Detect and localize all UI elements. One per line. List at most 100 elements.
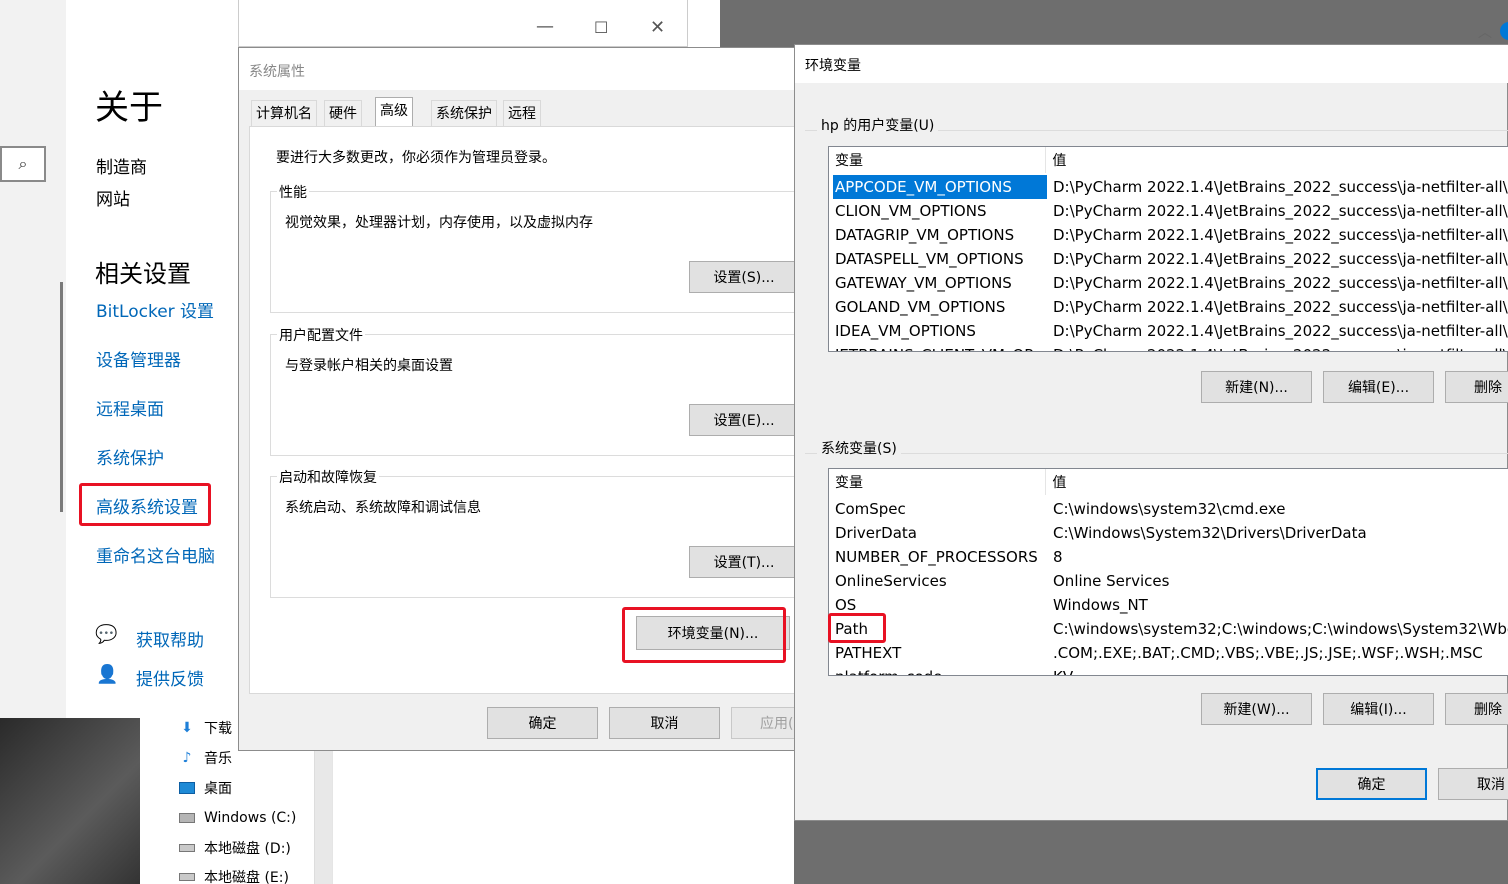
tab-computer-name[interactable]: 计算机名 [251,100,317,126]
variable-value-cell: D:\PyCharm 2022.1.4\JetBrains_2022_succe… [1053,322,1508,340]
dialog-titlebar: 环境变量 [795,45,1508,83]
info-badge [1500,22,1508,40]
table-row[interactable]: platform_codeKV [833,665,1508,675]
table-row[interactable]: DATASPELL_VM_OPTIONS D:\PyCharm 2022.1.4\… [833,247,1508,271]
link-device-manager[interactable]: 设备管理器 [96,346,181,371]
table-row[interactable]: CLION_VM_OPTIONS D:\PyCharm 2022.1.4\JetB… [833,199,1508,223]
table-row[interactable]: ComSpec C:\windows\system32\cmd.exe [833,497,1508,521]
system-edit-button[interactable]: 编辑(I)... [1323,693,1434,725]
nav-item-drive-e[interactable]: 本地磁盘 (E:) [178,866,289,884]
user-variables-label: hp 的用户变量(U) [817,115,939,135]
column-header-value[interactable]: 值 [1046,469,1508,495]
highlight-box [828,613,886,643]
background-window-titlebar: — ☐ ✕ [238,0,688,47]
column-header-variable[interactable]: 变量 [829,147,1047,173]
startup-settings-button[interactable]: 设置(T)... [689,546,799,578]
settings-scrollbar[interactable] [60,282,63,512]
variable-name-cell: JETBRAINS_CLIENT_VM_OP [833,343,1047,351]
dialog-titlebar: 系统属性 [239,48,805,90]
variable-value-cell: D:\PyCharm 2022.1.4\JetBrains_2022_succe… [1053,274,1508,292]
music-note-icon: ♪ [182,750,192,766]
cancel-button[interactable]: 取消 [609,707,720,739]
minimize-icon[interactable]: — [536,16,554,37]
table-row[interactable]: APPCODE_VM_OPTIONS D:\PyCharm 2022.1.4\Je… [833,175,1508,199]
performance-settings-button[interactable]: 设置(S)... [689,261,799,293]
user-variables-list[interactable]: 变量 值 APPCODE_VM_OPTIONS D:\PyCharm 2022.1… [828,146,1508,352]
group-description: 视觉效果，处理器计划，内存使用，以及虚拟内存 [285,215,593,231]
help-chat-icon: 💬 [95,624,118,645]
highlight-box [79,483,211,526]
link-give-feedback[interactable]: 提供反馈 [136,665,204,690]
link-get-help[interactable]: 获取帮助 [136,626,204,651]
nav-item-drive-c[interactable]: Windows (C:) [178,807,296,829]
user-profiles-settings-button[interactable]: 设置(E)... [689,404,799,436]
page-title: 关于 [95,88,163,128]
website-label: 网站 [96,190,130,210]
maximize-icon[interactable]: ☐ [594,18,608,37]
tab-advanced[interactable]: 高级 [375,97,413,127]
ok-button[interactable]: 确定 [487,707,598,739]
nav-item-drive-d[interactable]: 本地磁盘 (D:) [178,837,291,859]
search-button[interactable]: ⌕ [0,146,46,182]
close-icon[interactable]: ✕ [650,17,665,38]
nav-item-desktop[interactable]: 桌面 [178,777,232,799]
group-description: 系统启动、系统故障和调试信息 [285,500,481,516]
desktop-icon [178,780,196,796]
table-row[interactable]: NUMBER_OF_PROCESSORS 8 [833,545,1508,569]
section-divider [805,453,1508,454]
system-variables-list[interactable]: 变量 值 ComSpec C:\windows\system32\cmd.exe D… [828,468,1508,676]
variable-value-cell: .COM;.EXE;.BAT;.CMD;.VBS;.VBE;.JS;.JSE;.… [1053,644,1483,662]
variable-value-cell: Online Services [1053,572,1170,590]
link-system-protection[interactable]: 系统保护 [96,444,164,469]
table-row[interactable]: GOLAND_VM_OPTIONS D:\PyCharm 2022.1.4\Jet… [833,295,1508,319]
system-delete-button[interactable]: 删除 [1445,693,1508,725]
list-header: 变量 值 [829,147,1508,173]
feedback-person-icon: 👤 [96,664,119,685]
group-legend: 性能 [277,182,309,202]
table-row[interactable]: OS Windows_NT [833,593,1508,617]
desktop-wallpaper [0,718,140,884]
variable-name-cell: DATASPELL_VM_OPTIONS [835,250,1024,268]
variable-value-cell: KV [1047,665,1073,675]
tab-remote[interactable]: 远程 [503,100,541,126]
table-row[interactable]: GATEWAY_VM_OPTIONS D:\PyCharm 2022.1.4\Je… [833,271,1508,295]
system-new-button[interactable]: 新建(W)... [1201,693,1312,725]
dialog-title: 环境变量 [805,58,861,74]
search-icon: ⌕ [18,154,28,173]
settings-nav-strip [0,0,66,718]
table-row[interactable]: DriverData C:\Windows\System32\Drivers\Dr… [833,521,1508,545]
tab-hardware[interactable]: 硬件 [324,100,362,126]
link-rename-pc[interactable]: 重命名这台电脑 [96,542,215,567]
table-row[interactable]: DATAGRIP_VM_OPTIONS D:\PyCharm 2022.1.4\J… [833,223,1508,247]
chevron-up-icon[interactable]: ︿ [1478,22,1492,42]
link-bitlocker[interactable]: BitLocker 设置 [96,297,214,322]
related-settings-heading: 相关设置 [95,260,191,288]
table-row[interactable]: PATHEXT .COM;.EXE;.BAT;.CMD;.VBS;.VBE;.JS… [833,641,1508,665]
user-delete-button[interactable]: 删除 [1445,371,1508,403]
nav-item-music[interactable]: ♪ 音乐 [178,747,232,769]
variable-value-cell: D:\PyCharm 2022.1.4\JetBrains_2022_succe… [1053,202,1508,220]
group-legend: 用户配置文件 [277,325,365,345]
env-ok-button[interactable]: 确定 [1316,768,1427,800]
dialog-title: 系统属性 [249,64,305,80]
group-legend: 启动和故障恢复 [277,467,379,487]
variable-value-cell: C:\windows\system32;C:\windows;C:\window… [1053,620,1508,638]
user-new-button[interactable]: 新建(N)... [1201,371,1312,403]
column-header-variable[interactable]: 变量 [829,469,1047,495]
column-header-value[interactable]: 值 [1046,147,1508,173]
table-row[interactable]: Path C:\windows\system32;C:\windows;C:\wi… [833,617,1508,641]
tab-system-protection[interactable]: 系统保护 [431,100,497,126]
variable-value-cell: D:\PyCharm 2022.1.4\JetBrains_2022_succe… [1047,343,1508,351]
download-arrow-icon: ⬇ [181,720,193,736]
variable-value-cell: D:\PyCharm 2022.1.4\JetBrains_2022_succe… [1053,298,1508,316]
table-row[interactable]: IDEA_VM_OPTIONS D:\PyCharm 2022.1.4\JetBr… [833,319,1508,343]
table-row[interactable]: OnlineServices Online Services [833,569,1508,593]
nav-item-downloads[interactable]: ⬇ 下载 [178,717,232,739]
variable-name-cell: platform_code [833,665,1047,675]
variable-name-cell: CLION_VM_OPTIONS [835,202,987,220]
environment-variables-dialog: 环境变量 hp 的用户变量(U) 变量 值 APPCODE_VM_OPTIONS… [794,44,1508,821]
user-edit-button[interactable]: 编辑(E)... [1323,371,1434,403]
env-cancel-button[interactable]: 取消 [1438,768,1508,800]
table-row[interactable]: JETBRAINS_CLIENT_VM_OPD:\PyCharm 2022.1.… [833,343,1508,351]
link-remote-desktop[interactable]: 远程桌面 [96,395,164,420]
